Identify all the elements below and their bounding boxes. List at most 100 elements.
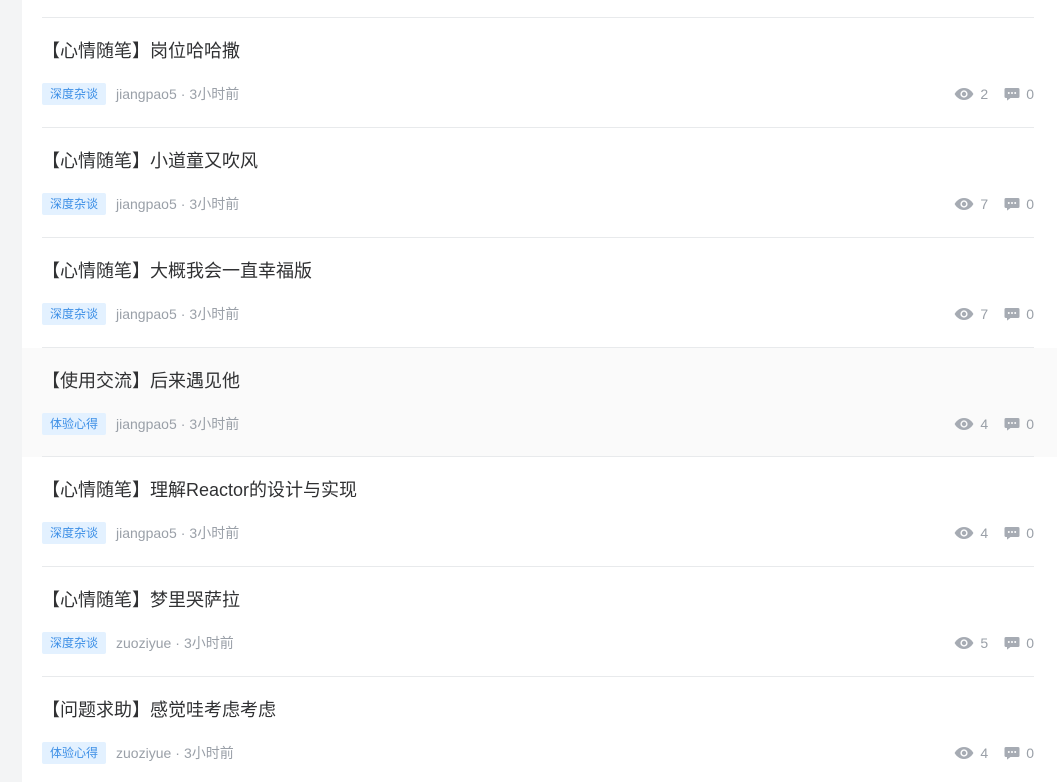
view-count: 7	[954, 306, 988, 322]
post-list: 【心情随笔】岗位哈哈撒 深度杂谈 jiangpao5 · 3小时前 2 0 【心	[22, 18, 1057, 782]
post-time: 3小时前	[189, 416, 240, 432]
comment-icon	[1004, 527, 1020, 540]
view-count-value: 5	[980, 635, 989, 651]
post-item[interactable]: 【心情随笔】大概我会一直幸福版 深度杂谈 jiangpao5 · 3小时前 7 …	[42, 238, 1034, 348]
category-tag[interactable]: 体验心得	[42, 742, 107, 764]
post-list-panel: 【心情随笔】岗位哈哈撒 深度杂谈 jiangpao5 · 3小时前 2 0 【心	[22, 0, 1057, 782]
post-title[interactable]: 【心情随笔】岗位哈哈撒	[42, 38, 240, 64]
post-stats: 4 0	[954, 413, 1034, 435]
comment-icon	[1004, 747, 1020, 760]
post-title[interactable]: 【问题求助】感觉哇考虑考虑	[42, 697, 276, 723]
comment-icon	[1004, 637, 1020, 650]
comment-icon	[1004, 198, 1020, 211]
comment-count: 0	[1004, 416, 1034, 432]
comment-count: 0	[1004, 196, 1034, 212]
view-count: 2	[954, 86, 988, 102]
comment-count: 0	[1004, 745, 1034, 761]
meta-separator: ·	[180, 196, 186, 212]
post-stats: 4 0	[954, 522, 1034, 544]
view-count-value: 7	[980, 306, 989, 322]
view-count-value: 7	[980, 196, 989, 212]
post-meta: 体验心得 zuoziyue · 3小时前	[42, 742, 234, 764]
post-title[interactable]: 【心情随笔】梦里哭萨拉	[42, 587, 240, 613]
post-item[interactable]: 【使用交流】后来遇见他 体验心得 jiangpao5 · 3小时前 4 0	[22, 348, 1057, 457]
post-stats: 7 0	[954, 303, 1034, 325]
comment-icon	[1004, 88, 1020, 101]
post-meta: 深度杂谈 zuoziyue · 3小时前	[42, 632, 234, 654]
category-tag[interactable]: 深度杂谈	[42, 193, 107, 215]
view-count: 5	[954, 635, 988, 651]
view-count: 4	[954, 416, 988, 432]
category-tag[interactable]: 深度杂谈	[42, 303, 107, 325]
post-item[interactable]: 【心情随笔】岗位哈哈撒 深度杂谈 jiangpao5 · 3小时前 2 0	[42, 18, 1034, 128]
category-tag[interactable]: 深度杂谈	[42, 83, 107, 105]
post-stats: 7 0	[954, 193, 1034, 215]
post-title[interactable]: 【心情随笔】理解Reactor的设计与实现	[42, 477, 357, 503]
view-count-value: 2	[980, 86, 989, 102]
post-time: 3小时前	[189, 306, 240, 322]
view-count-value: 4	[980, 525, 989, 541]
comment-count-value: 0	[1026, 635, 1034, 651]
author-name[interactable]: jiangpao5	[116, 306, 177, 322]
comment-icon	[1004, 418, 1020, 431]
post-meta: 深度杂谈 jiangpao5 · 3小时前	[42, 83, 239, 105]
post-meta: 深度杂谈 jiangpao5 · 3小时前	[42, 522, 239, 544]
meta-separator: ·	[180, 306, 186, 322]
post-meta: 深度杂谈 jiangpao5 · 3小时前	[42, 193, 239, 215]
post-time: 3小时前	[183, 745, 234, 761]
post-stats: 4 0	[954, 742, 1034, 764]
comment-count-value: 0	[1026, 86, 1034, 102]
post-item[interactable]: 【问题求助】感觉哇考虑考虑 体验心得 zuoziyue · 3小时前 4 0	[42, 677, 1034, 782]
view-count-value: 4	[980, 416, 989, 432]
post-title[interactable]: 【使用交流】后来遇见他	[42, 368, 240, 394]
category-tag[interactable]: 深度杂谈	[42, 632, 107, 654]
comment-icon	[1004, 308, 1020, 321]
view-count: 4	[954, 525, 988, 541]
meta-separator: ·	[180, 525, 186, 541]
meta-separator: ·	[175, 745, 180, 761]
eye-icon	[955, 418, 974, 430]
view-count: 7	[954, 196, 988, 212]
comment-count: 0	[1004, 86, 1034, 102]
post-item[interactable]: 【心情随笔】理解Reactor的设计与实现 深度杂谈 jiangpao5 · 3…	[42, 457, 1034, 567]
comment-count: 0	[1004, 635, 1034, 651]
comment-count: 0	[1004, 525, 1034, 541]
category-tag[interactable]: 体验心得	[42, 413, 107, 435]
post-stats: 2 0	[954, 83, 1034, 105]
author-name[interactable]: jiangpao5	[116, 525, 177, 541]
post-item[interactable]: 【心情随笔】梦里哭萨拉 深度杂谈 zuoziyue · 3小时前 5 0	[42, 567, 1034, 677]
category-tag[interactable]: 深度杂谈	[42, 522, 107, 544]
eye-icon	[955, 308, 974, 320]
eye-icon	[955, 88, 974, 100]
comment-count-value: 0	[1026, 416, 1034, 432]
meta-separator: ·	[175, 635, 180, 651]
view-count: 4	[954, 745, 988, 761]
comment-count-value: 0	[1026, 196, 1034, 212]
comment-count-value: 0	[1026, 745, 1034, 761]
comment-count-value: 0	[1026, 306, 1034, 322]
post-title[interactable]: 【心情随笔】小道童又吹风	[42, 148, 258, 174]
post-time: 3小时前	[183, 635, 234, 651]
post-meta: 深度杂谈 jiangpao5 · 3小时前	[42, 303, 239, 325]
post-time: 3小时前	[189, 86, 240, 102]
post-meta: 体验心得 jiangpao5 · 3小时前	[42, 413, 239, 435]
post-stats: 5 0	[954, 632, 1034, 654]
comment-count-value: 0	[1026, 525, 1034, 541]
post-title[interactable]: 【心情随笔】大概我会一直幸福版	[42, 258, 312, 284]
comment-count: 0	[1004, 306, 1034, 322]
post-time: 3小时前	[189, 525, 240, 541]
meta-separator: ·	[180, 86, 186, 102]
author-name[interactable]: jiangpao5	[116, 196, 177, 212]
eye-icon	[955, 637, 974, 649]
post-item[interactable]: 【心情随笔】小道童又吹风 深度杂谈 jiangpao5 · 3小时前 7 0	[42, 128, 1034, 238]
author-name[interactable]: jiangpao5	[116, 416, 177, 432]
author-name[interactable]: jiangpao5	[116, 86, 177, 102]
eye-icon	[955, 198, 974, 210]
author-name[interactable]: zuoziyue	[116, 745, 171, 761]
meta-separator: ·	[180, 416, 186, 432]
view-count-value: 4	[980, 745, 989, 761]
post-time: 3小时前	[189, 196, 240, 212]
eye-icon	[955, 747, 974, 759]
author-name[interactable]: zuoziyue	[116, 635, 171, 651]
eye-icon	[955, 527, 974, 539]
